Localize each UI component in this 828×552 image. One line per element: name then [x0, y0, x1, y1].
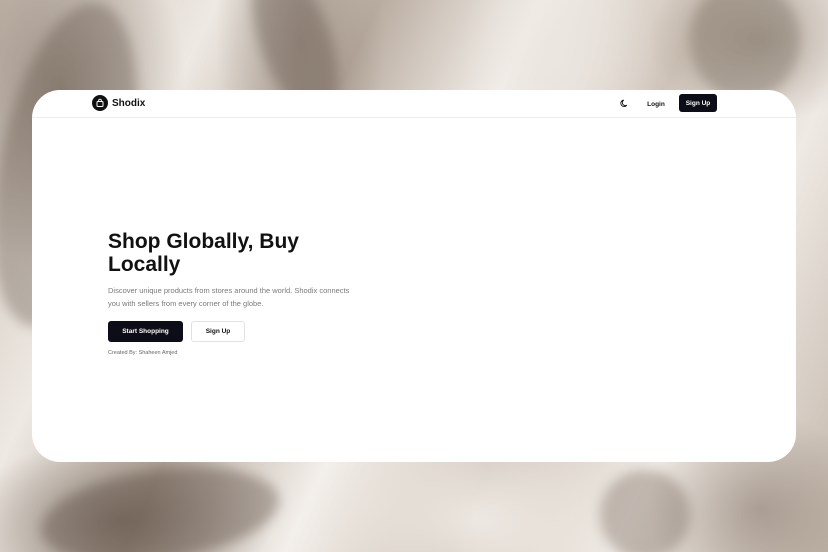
theme-toggle-button[interactable] — [618, 98, 630, 110]
fabric-fold — [600, 470, 690, 552]
hero-signup-button[interactable]: Sign Up — [191, 321, 245, 342]
landing-card: Shodix Login Sign Up Shop Globally, Buy … — [32, 90, 796, 462]
creator-credit: Created By: Shaheen Amjed — [108, 350, 178, 356]
start-shopping-button[interactable]: Start Shopping — [108, 321, 183, 342]
moon-icon — [619, 95, 629, 113]
fabric-fold — [690, 0, 800, 100]
signup-nav-button[interactable]: Sign Up — [679, 94, 717, 112]
top-navbar: Shodix Login Sign Up — [32, 90, 796, 118]
hero-section: Shop Globally, Buy Locally Discover uniq… — [108, 230, 368, 356]
login-button[interactable]: Login — [642, 96, 670, 112]
hero-title: Shop Globally, Buy Locally — [108, 230, 299, 276]
cta-row: Start Shopping Sign Up — [108, 321, 368, 342]
fabric-fold — [34, 453, 286, 552]
shopping-bag-icon — [92, 95, 108, 111]
brand-name: Shodix — [112, 97, 146, 109]
brand[interactable]: Shodix — [92, 95, 145, 111]
hero-description: Discover unique products from stores aro… — [108, 286, 350, 308]
